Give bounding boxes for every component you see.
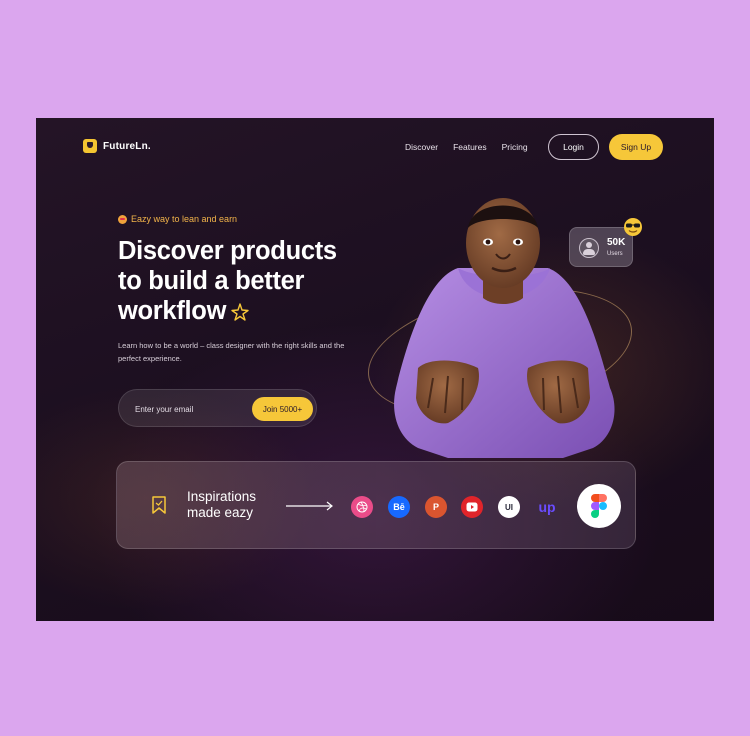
youtube-icon[interactable]: [461, 496, 483, 518]
figma-button[interactable]: [577, 484, 621, 528]
inspirations-title: Inspirations made eazy: [187, 489, 256, 521]
figma-icon: [591, 494, 607, 518]
dribbble-icon[interactable]: [351, 496, 373, 518]
upwork-icon[interactable]: up: [534, 496, 560, 518]
login-button[interactable]: Login: [548, 134, 599, 160]
join-button[interactable]: Join 5000+: [252, 397, 313, 421]
sparkle-icon: [231, 303, 249, 321]
headline-line-3-text: workflow: [118, 297, 227, 325]
headline-line-3: workflow: [118, 296, 337, 326]
headline-line-2: to build a better: [118, 267, 305, 295]
nav-discover[interactable]: Discover: [405, 142, 438, 152]
producthunt-icon[interactable]: P: [425, 496, 447, 518]
inspirations-bar: Inspirations made eazy Bē P UI up: [116, 461, 636, 549]
users-label: Users: [607, 251, 623, 257]
users-count: 50K: [607, 237, 626, 248]
brand-logo[interactable]: FutureLn.: [83, 139, 151, 153]
behance-icon[interactable]: Bē: [388, 496, 410, 518]
main-nav: Discover Features Pricing: [405, 142, 528, 152]
headline-line-1: Discover products: [118, 237, 337, 265]
user-avatar-icon: [579, 238, 599, 258]
uplabs-icon[interactable]: UI: [498, 496, 520, 518]
signup-button[interactable]: Sign Up: [609, 134, 663, 160]
hero-description: Learn how to be a world – class designer…: [118, 341, 345, 363]
inspirations-title-line-1: Inspirations: [187, 489, 257, 504]
landing-page: FutureLn. Discover Features Pricing Logi…: [36, 118, 714, 621]
smile-emoji-icon: [118, 214, 127, 224]
tagline-text: Eazy way to lean and earn: [131, 214, 238, 224]
logo-icon: [83, 139, 97, 153]
hero-headline: Discover products to build a better work…: [118, 236, 337, 326]
inspirations-title-line-2: made eazy: [187, 505, 254, 520]
nav-pricing[interactable]: Pricing: [502, 142, 528, 152]
hero-tagline: Eazy way to lean and earn: [118, 214, 237, 224]
sunglasses-emoji-icon: [624, 218, 642, 236]
email-signup-form: Join 5000+: [118, 389, 317, 427]
nav-features[interactable]: Features: [453, 142, 487, 152]
bookmark-icon: [152, 496, 166, 514]
arrow-right-icon: [286, 501, 333, 511]
email-input[interactable]: [135, 401, 245, 417]
brand-name: FutureLn.: [103, 140, 151, 152]
